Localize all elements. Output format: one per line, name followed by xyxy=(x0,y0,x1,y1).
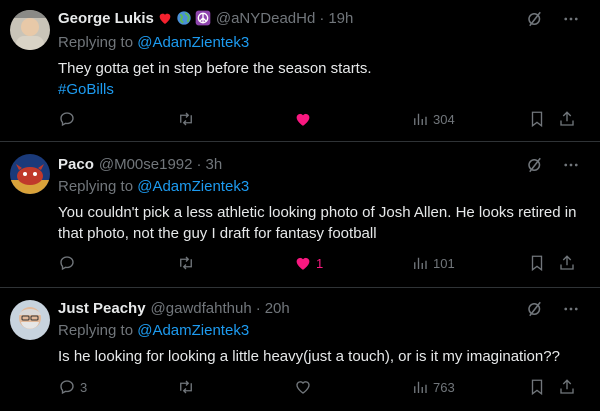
views-button[interactable]: 304 xyxy=(411,110,455,128)
mention-link[interactable]: @AdamZientek3 xyxy=(137,322,249,339)
mention-link[interactable]: @AdamZientek3 xyxy=(137,34,249,51)
replying-to: Replying to @AdamZientek3 xyxy=(58,178,249,195)
handle[interactable]: @gawdfahthuh xyxy=(151,300,252,317)
more-icon[interactable] xyxy=(562,300,580,318)
share-button[interactable] xyxy=(558,378,576,396)
like-count: 1 xyxy=(316,255,324,271)
hashtag-link[interactable]: #GoBills xyxy=(58,79,584,100)
views-button[interactable]: 101 xyxy=(411,254,455,272)
name-emoji xyxy=(157,10,211,26)
timestamp[interactable]: 19h xyxy=(328,10,353,27)
reply-icon xyxy=(60,256,74,271)
bookmark-icon xyxy=(531,111,543,128)
share-icon xyxy=(560,255,574,270)
tweet-text: Is he looking for looking a little heavy… xyxy=(58,346,584,367)
mention-link[interactable]: @AdamZientek3 xyxy=(137,178,249,195)
reply-tweet[interactable]: George Lukis @aNYDeadHd · 19h Replying t… xyxy=(0,0,600,142)
replying-label: Replying to xyxy=(58,34,138,51)
action-bar: 3 763 xyxy=(58,378,578,398)
like-button[interactable]: 1 xyxy=(294,254,323,272)
heart-filled-icon xyxy=(296,113,310,126)
bookmark-button[interactable] xyxy=(528,254,546,272)
avatar[interactable] xyxy=(10,10,50,50)
handle[interactable]: @aNYDeadHd xyxy=(216,10,315,27)
share-icon xyxy=(560,111,574,126)
display-name[interactable]: Just Peachy xyxy=(58,300,146,317)
bookmark-button[interactable] xyxy=(528,378,546,396)
views-button[interactable]: 763 xyxy=(411,378,455,396)
bookmark-icon xyxy=(531,255,543,272)
retweet-button[interactable] xyxy=(176,110,200,128)
avatar[interactable] xyxy=(10,154,50,194)
timestamp[interactable]: 20h xyxy=(265,300,290,317)
bookmark-icon xyxy=(531,379,543,396)
more-icon[interactable] xyxy=(562,156,580,174)
share-button[interactable] xyxy=(558,110,576,128)
display-name[interactable]: George Lukis xyxy=(58,10,154,27)
reply-count: 3 xyxy=(80,379,88,395)
grok-icon[interactable] xyxy=(526,10,544,28)
replying-to: Replying to @AdamZientek3 xyxy=(58,322,249,339)
replying-to: Replying to @AdamZientek3 xyxy=(58,34,249,51)
reply-button[interactable] xyxy=(58,254,80,272)
more-icon[interactable] xyxy=(562,10,580,28)
tweet-body: You couldn't pick a less athletic lookin… xyxy=(58,204,577,242)
analytics-icon xyxy=(414,257,427,269)
retweet-button[interactable] xyxy=(176,254,200,272)
reply-icon xyxy=(60,112,74,127)
display-name[interactable]: Paco xyxy=(58,156,94,173)
reply-button[interactable] xyxy=(58,110,80,128)
separator: · xyxy=(319,9,325,27)
replying-label: Replying to xyxy=(58,322,138,339)
grok-icon[interactable] xyxy=(526,300,544,318)
like-button[interactable] xyxy=(294,378,316,396)
action-bar: 304 xyxy=(58,110,578,130)
share-button[interactable] xyxy=(558,254,576,272)
tweet-body: Is he looking for looking a little heavy… xyxy=(58,348,560,365)
reply-icon xyxy=(60,380,74,395)
share-icon xyxy=(560,379,574,394)
tweet-body: They gotta get in step before the season… xyxy=(58,60,372,77)
analytics-icon xyxy=(414,381,427,393)
peace-emoji-icon xyxy=(195,10,211,26)
handle[interactable]: @M00se1992 xyxy=(99,156,193,173)
timestamp[interactable]: 3h xyxy=(205,156,222,173)
heart-filled-icon xyxy=(296,257,310,270)
heart-outline-icon xyxy=(296,381,310,394)
action-bar: 1 101 xyxy=(58,254,578,274)
tweet-text: They gotta get in step before the season… xyxy=(58,58,584,100)
view-count: 304 xyxy=(433,111,455,127)
reply-button[interactable]: 3 xyxy=(58,378,87,396)
separator: · xyxy=(255,299,261,317)
heart-emoji-icon xyxy=(159,13,171,24)
separator: · xyxy=(196,155,202,173)
reply-tweet[interactable]: Just Peachy @gawdfahthuh · 20h Replying … xyxy=(0,288,600,411)
analytics-icon xyxy=(414,113,427,125)
grok-icon[interactable] xyxy=(526,156,544,174)
avatar[interactable] xyxy=(10,300,50,340)
bookmark-button[interactable] xyxy=(528,110,546,128)
retweet-button[interactable] xyxy=(176,378,200,396)
globe-emoji-icon xyxy=(177,11,191,25)
view-count: 763 xyxy=(433,379,455,395)
tweet-text: You couldn't pick a less athletic lookin… xyxy=(58,202,584,244)
retweet-icon xyxy=(180,112,192,126)
retweet-icon xyxy=(180,256,192,270)
view-count: 101 xyxy=(433,255,455,271)
like-button[interactable] xyxy=(294,110,316,128)
retweet-icon xyxy=(180,380,192,394)
reply-tweet[interactable]: Paco @M00se1992 · 3h Replying to @AdamZi… xyxy=(0,142,600,288)
replying-label: Replying to xyxy=(58,178,138,195)
